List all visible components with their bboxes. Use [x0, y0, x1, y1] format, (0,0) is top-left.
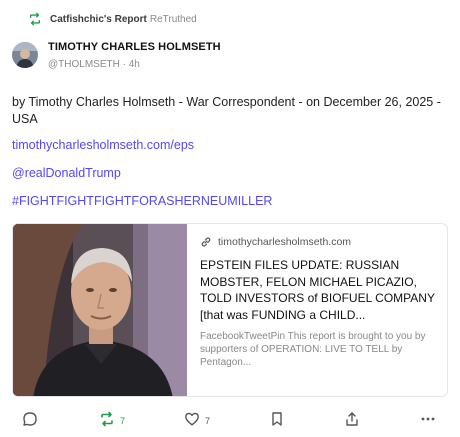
bookmark-icon: [269, 411, 285, 432]
link-icon: [200, 236, 212, 248]
post-link-url[interactable]: timothycharlesholmseth.com/eps: [12, 138, 194, 152]
card-thumbnail-image: [13, 224, 187, 396]
reply-button[interactable]: [22, 410, 38, 432]
card-description: FacebookTweetPin This report is brought …: [200, 331, 426, 368]
more-icon: [420, 411, 436, 432]
retruth-user-link[interactable]: Catfishchic's Report: [50, 14, 147, 25]
reply-icon: [22, 411, 38, 432]
share-button[interactable]: [344, 410, 360, 432]
card-domain: timothycharlesholmseth.com: [218, 236, 352, 248]
retruth-icon: [99, 411, 115, 432]
author-name[interactable]: TIMOTHY CHARLES HOLMSETH: [48, 41, 221, 53]
like-count: 7: [205, 416, 211, 426]
post-action-bar: 7 7: [0, 410, 460, 432]
post-text: by Timothy Charles Holmseth - War Corres…: [12, 95, 441, 126]
more-options-button[interactable]: [420, 410, 436, 432]
bookmark-button[interactable]: [269, 410, 285, 432]
retruth-icon: [28, 12, 42, 26]
post-mention-link[interactable]: @realDonaldTrump: [12, 166, 121, 180]
like-button[interactable]: 7: [184, 410, 210, 432]
post-hashtag-link[interactable]: #FIGHTFIGHTFIGHTFORASHERNEUMILLER: [12, 194, 272, 208]
retruth-button[interactable]: 7: [99, 410, 125, 432]
retruth-count: 7: [120, 416, 126, 426]
author-handle-time[interactable]: @THOLMSETH · 4h: [48, 59, 140, 70]
share-icon: [344, 411, 360, 432]
avatar[interactable]: [12, 42, 38, 68]
link-preview-card[interactable]: timothycharlesholmseth.com EPSTEIN FILES…: [12, 223, 448, 397]
retruth-header: Catfishchic's Report ReTruthed: [28, 12, 197, 26]
card-title: EPSTEIN FILES UPDATE: RUSSIAN MOBSTER, F…: [200, 258, 435, 322]
retruth-label: ReTruthed: [149, 13, 197, 25]
like-icon: [184, 411, 200, 432]
